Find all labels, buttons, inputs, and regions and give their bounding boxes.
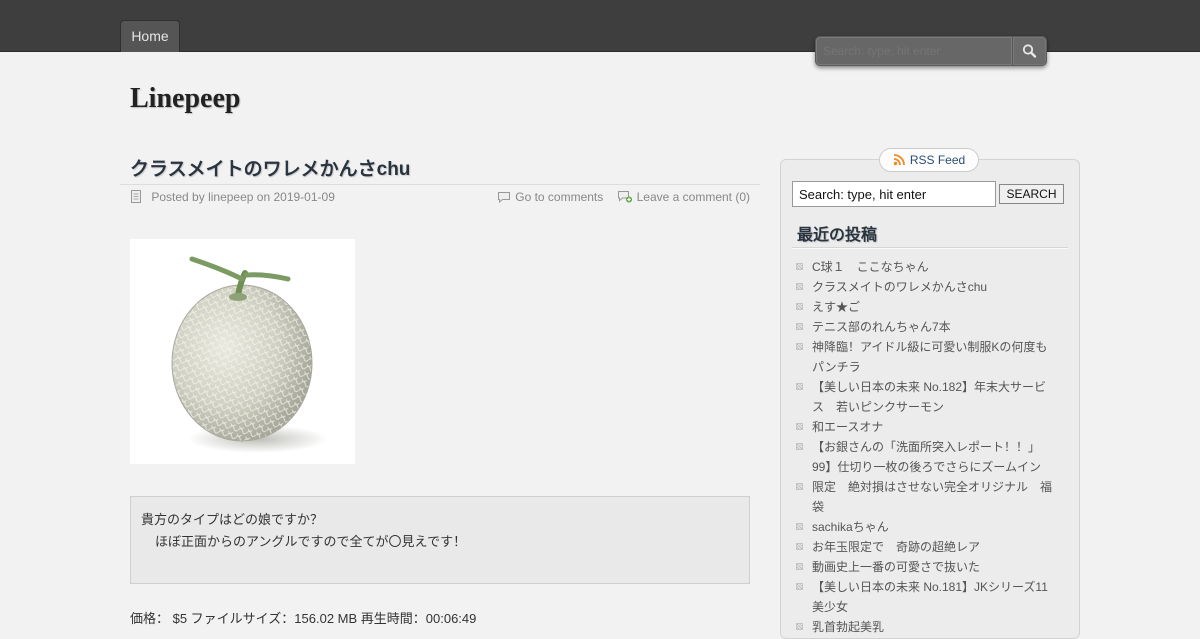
recent-post-link[interactable]: C球１ ここなちゃん <box>812 260 929 274</box>
rss-icon <box>893 151 906 173</box>
nav-home-tab[interactable]: Home <box>120 20 180 52</box>
bullet-icon <box>796 263 803 270</box>
bullet-icon <box>796 543 803 550</box>
post-comment-links: Go to comments Leave a comment (0) <box>487 190 750 206</box>
recent-post-link[interactable]: テニス部のれんちゃん7本 <box>812 320 951 334</box>
magnifier-icon <box>1022 44 1037 58</box>
cantaloupe-melon-image <box>171 256 328 453</box>
list-item: クラスメイトのワレメかんさchu <box>796 277 1058 297</box>
bullet-icon <box>796 563 803 570</box>
header-search-button[interactable] <box>1013 37 1046 65</box>
list-item: 限定 絶対損はさせない完全オリジナル 福袋 <box>796 477 1058 517</box>
widget-divider <box>792 247 1068 249</box>
list-item: C球１ ここなちゃん <box>796 257 1058 277</box>
list-item: 乳首勃起美乳 <box>796 617 1058 637</box>
rss-feed-label: RSS Feed <box>909 153 966 167</box>
recent-post-link[interactable]: クラスメイトのワレメかんさchu <box>812 280 987 294</box>
sidebar-search-button[interactable]: SEARCH <box>999 184 1064 204</box>
list-item: 神降臨！アイドル級に可愛い制服Kの何度もパンチラ <box>796 337 1058 377</box>
list-item: 動画史上一番の可愛さで抜いた <box>796 557 1058 577</box>
list-item: 【美しい日本の未来 No.181】JKシリーズ11 美少女 <box>796 577 1060 617</box>
bullet-icon <box>796 423 803 430</box>
speech-bubble-icon <box>497 191 511 206</box>
bullet-icon <box>796 623 803 630</box>
recent-post-link[interactable]: sachikaちゃん <box>812 520 889 534</box>
post-date: 2019-01-09 <box>273 190 335 204</box>
leave-comment-link[interactable]: Leave a comment (0) <box>617 190 750 204</box>
post-description-box: 貴方のタイプはどの娘ですか？ ほぼ正面からのアングルですので全てが〇見えです！ <box>130 496 750 584</box>
recent-post-link[interactable]: 【美しい日本の未来 No.181】JKシリーズ11 美少女 <box>812 580 1060 614</box>
go-to-comments-link[interactable]: Go to comments <box>497 190 606 204</box>
site-title[interactable]: Linepeep <box>130 83 240 115</box>
on-label: on <box>256 190 271 204</box>
recent-post-link[interactable]: 【お銀さんの「洗面所突入レポート！！」99】仕切り一枚の後ろでさらにズームイン <box>812 440 1041 474</box>
recent-post-link[interactable]: 乳首勃起美乳 <box>812 620 884 634</box>
header-search-input[interactable] <box>816 37 1012 65</box>
recent-post-link[interactable]: 限定 絶対損はさせない完全オリジナル 福袋 <box>812 480 1052 514</box>
leave-comment-label: Leave a comment (0) <box>636 190 750 204</box>
post-title[interactable]: クラスメイトのワレメかんさchu <box>130 154 410 181</box>
list-item: sachikaちゃん <box>796 517 1058 537</box>
post-byline: Posted by linepeep on 2019-01-09 <box>130 190 335 206</box>
bullet-icon <box>796 303 803 310</box>
go-to-comments-label: Go to comments <box>515 190 604 204</box>
rss-feed-link[interactable]: RSS Feed <box>879 148 979 172</box>
recent-post-link[interactable]: 動画史上一番の可愛さで抜いた <box>812 560 980 574</box>
recent-post-link[interactable]: お年玉限定で 奇跡の超絶レア <box>812 540 980 554</box>
bullet-icon <box>796 283 803 290</box>
post-featured-image <box>130 239 355 464</box>
bullet-icon <box>796 383 803 390</box>
list-item: えす★ご <box>796 297 1058 317</box>
sidebar-search-input[interactable] <box>792 181 996 207</box>
recent-post-link[interactable]: 和エースオナ <box>812 420 883 434</box>
bullet-icon <box>796 483 803 490</box>
bullet-icon <box>796 523 803 530</box>
list-item: 和エースオナ <box>796 417 1058 437</box>
header-search-form <box>815 36 1047 66</box>
bullet-icon <box>796 343 803 350</box>
post-meta-bar: Posted by linepeep on 2019-01-09 Go to c… <box>120 184 760 209</box>
recent-posts-list: C球１ ここなちゃん クラスメイトのワレメかんさchu えす★ご テニス部のれん… <box>796 257 1060 637</box>
list-item: 【お銀さんの「洗面所突入レポート！！」99】仕切り一枚の後ろでさらにズームイン <box>796 437 1058 477</box>
author-link[interactable]: linepeep <box>208 190 253 204</box>
list-item: 【美しい日本の未来 No.182】年末大サービス 若いピンクサーモン <box>796 377 1058 417</box>
add-comment-icon <box>617 190 633 206</box>
recent-posts-heading: 最近の投稿 <box>797 227 878 244</box>
bullet-icon <box>796 443 803 450</box>
recent-post-link[interactable]: 神降臨！アイドル級に可愛い制服Kの何度もパンチラ <box>812 340 1047 374</box>
description-line-1: 貴方のタイプはどの娘ですか？ <box>141 512 324 527</box>
bullet-icon <box>796 583 803 590</box>
price-info-line: 価格： $5 ファイルサイズ：156.02 MB 再生時間：00:06:49 <box>130 611 477 626</box>
recent-post-link[interactable]: 【美しい日本の未来 No.182】年末大サービス 若いピンクサーモン <box>812 380 1046 414</box>
recent-post-link[interactable]: えす★ご <box>812 300 860 314</box>
posted-by-label: Posted by <box>151 190 205 204</box>
list-item: テニス部のれんちゃん7本 <box>796 317 1058 337</box>
bullet-icon <box>796 323 803 330</box>
document-icon <box>130 190 142 206</box>
list-item: お年玉限定で 奇跡の超絶レア <box>796 537 1058 557</box>
description-line-2: ほぼ正面からのアングルですので全てが〇見えです！ <box>155 534 467 549</box>
